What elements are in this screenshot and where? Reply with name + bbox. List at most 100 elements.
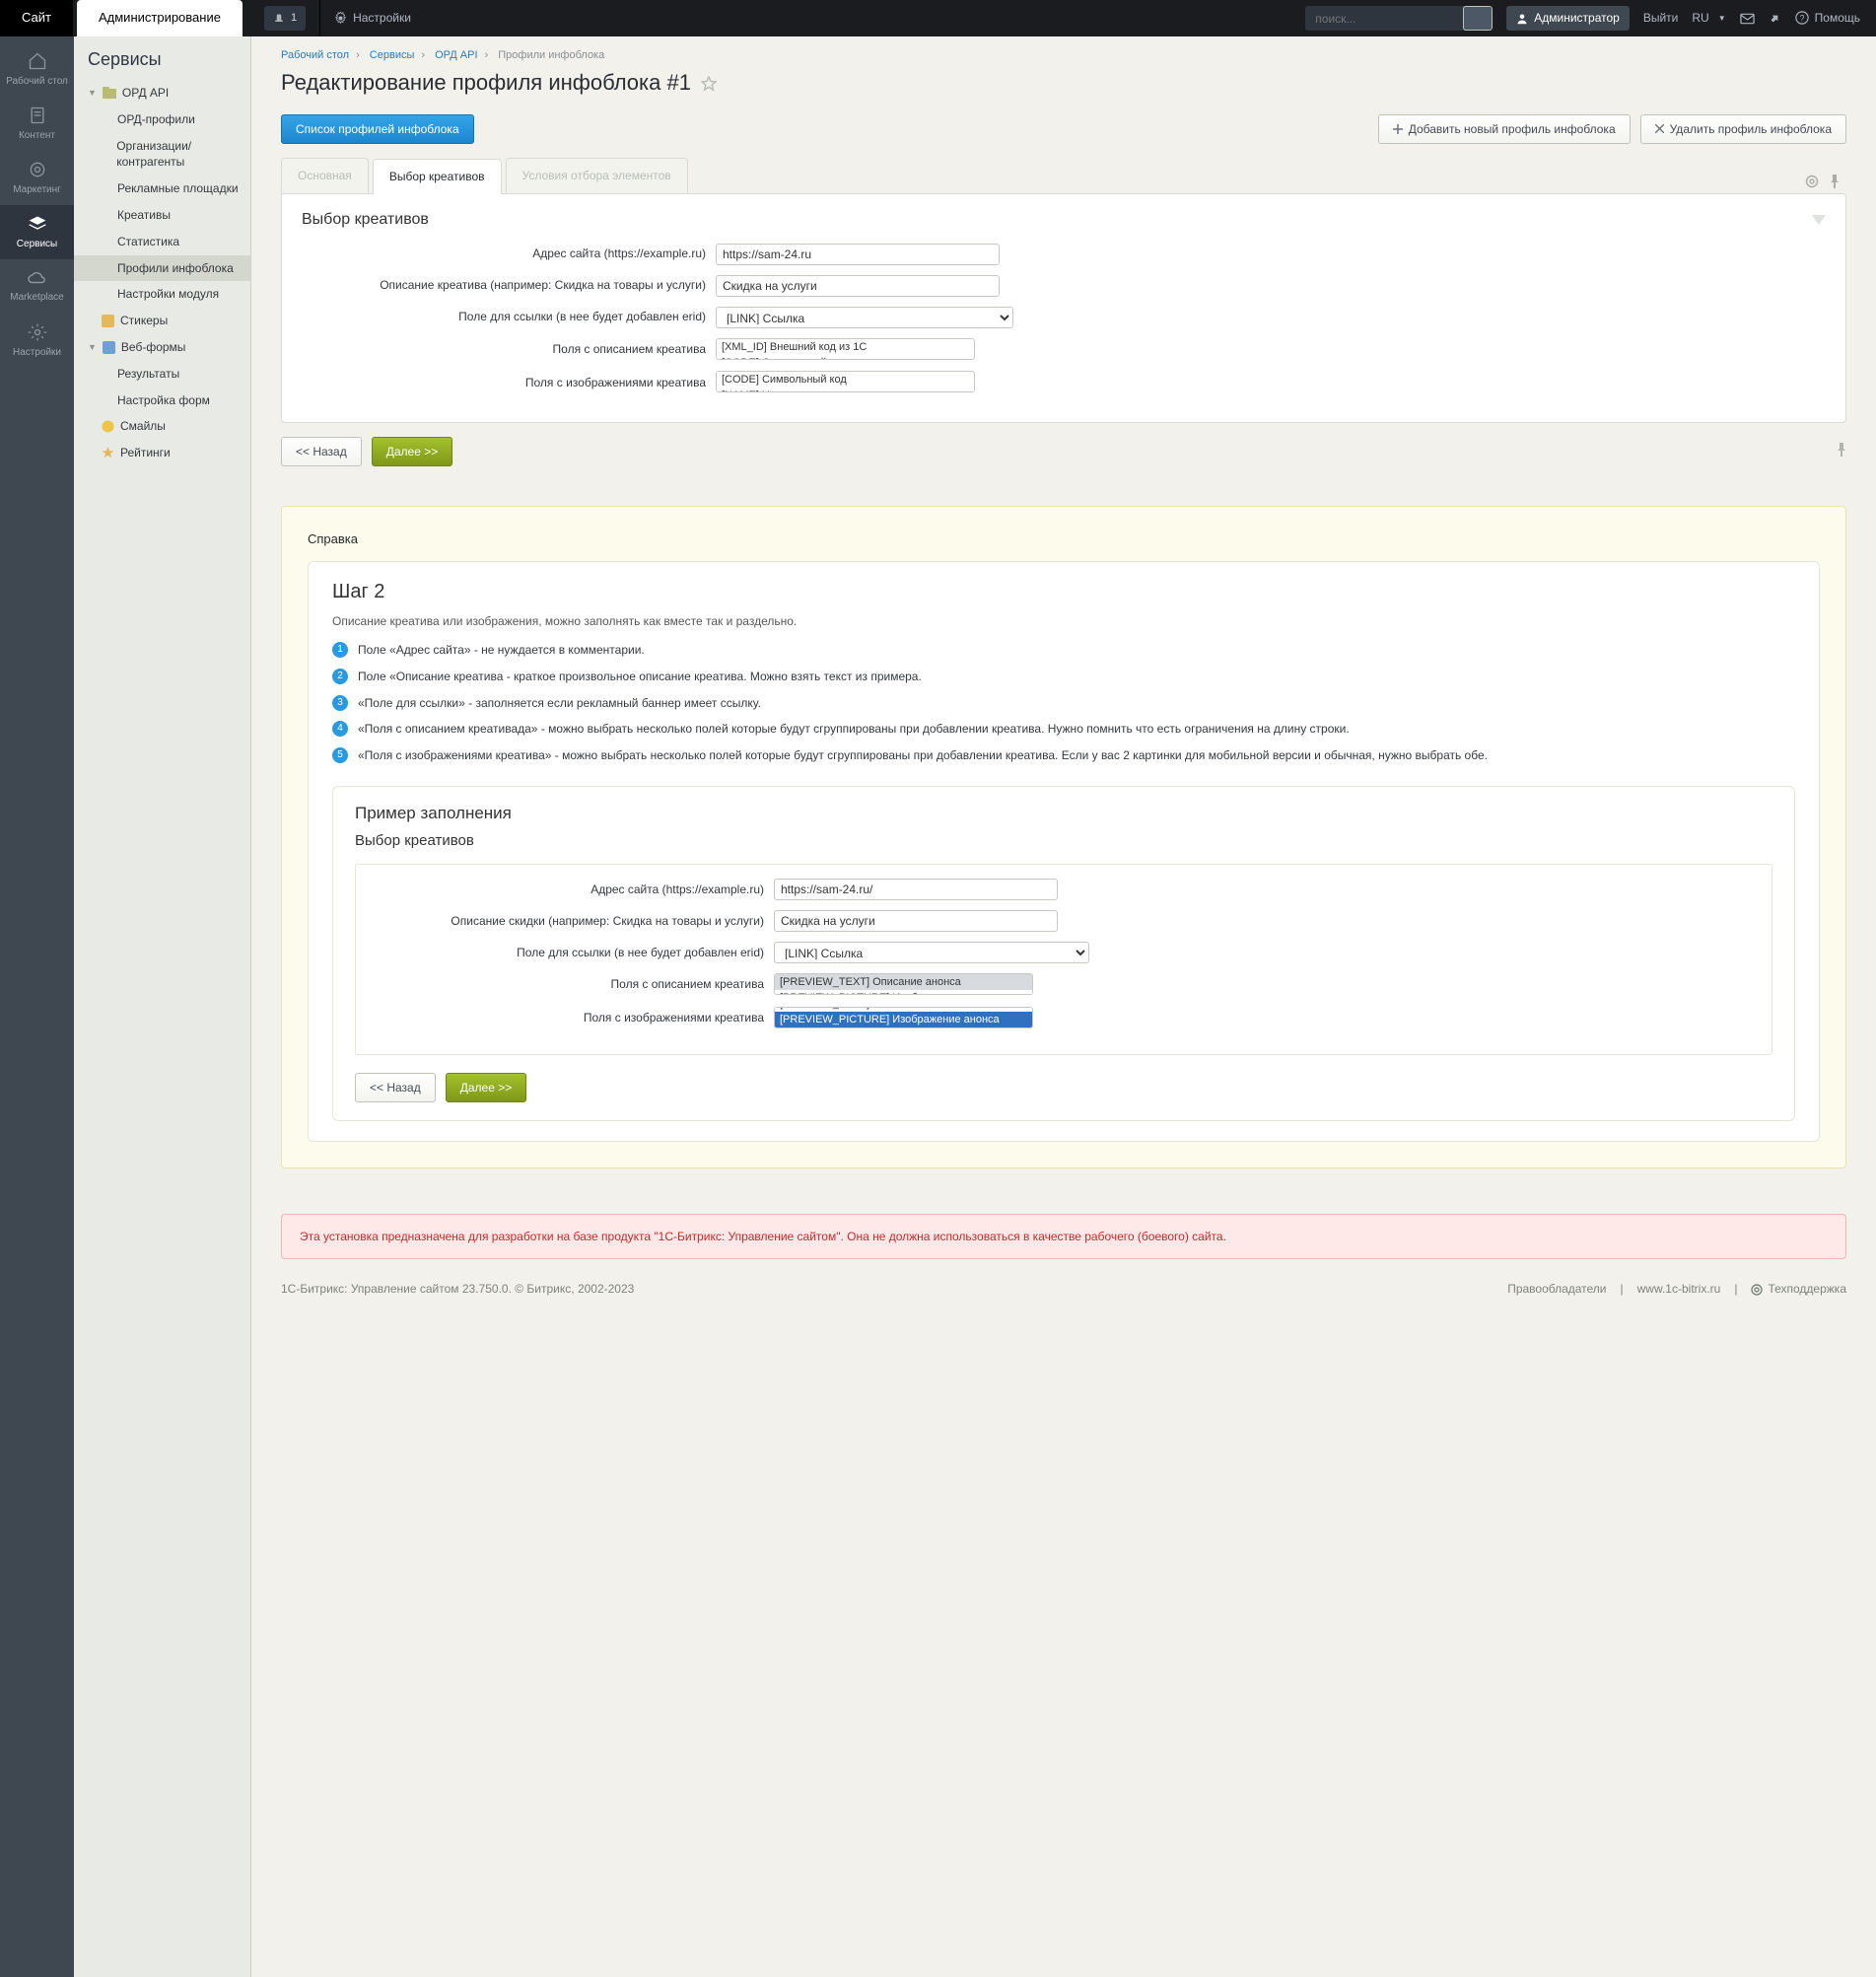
home-icon [27, 51, 48, 71]
rail-label: Настройки [13, 346, 61, 360]
ex-site-url-input[interactable] [774, 879, 1058, 900]
profile-list-button[interactable]: Список профилей инфоблока [281, 114, 474, 144]
footer-owners-link[interactable]: Правообладатели [1507, 1281, 1606, 1298]
rail-marketplace[interactable]: Marketplace [0, 259, 74, 314]
rail-label: Сервисы [17, 238, 57, 251]
rail-content[interactable]: Контент [0, 97, 74, 151]
gear-icon [28, 322, 47, 342]
tree-ord-profiles[interactable]: ОРД-профили [74, 106, 250, 133]
plus-icon [1393, 124, 1403, 134]
img-fields-label: Поля с изображениями креатива [302, 375, 706, 391]
help-icon: ? [1795, 11, 1809, 25]
star-icon[interactable] [701, 76, 717, 92]
panel-heading: Выбор креативов [302, 212, 429, 228]
crumb-link[interactable]: Рабочий стол [281, 49, 349, 61]
next-button[interactable]: Далее >> [372, 437, 453, 466]
tree-smiles[interactable]: Смайлы [74, 413, 250, 440]
top-search-button[interactable] [1463, 6, 1493, 31]
bullet-num: 2 [332, 669, 348, 684]
crumb-current: Профили инфоблока [498, 49, 604, 61]
desc-input[interactable] [716, 275, 1000, 297]
tree-iblock-profiles[interactable]: Профили инфоблока [74, 255, 250, 282]
ex-next-button[interactable]: Далее >> [446, 1073, 527, 1102]
tab-creatives[interactable]: Выбор креативов [373, 159, 502, 194]
main: Рабочий стол› Сервисы› ОРД API› Профили … [251, 36, 1876, 1977]
top-bar: Сайт Администрирование 1 Настройки Админ… [0, 0, 1876, 36]
tree-creatives[interactable]: Креативы [74, 202, 250, 229]
user-icon [1516, 13, 1528, 25]
rail-settings[interactable]: Настройки [0, 314, 74, 368]
mail-icon[interactable] [1740, 13, 1755, 25]
desc-fields-select[interactable]: [XML_ID] Внешний код из 1С [CODE] Символ… [716, 338, 975, 360]
top-search-input[interactable] [1305, 6, 1463, 31]
tree-ord-api[interactable]: ▼ОРД API [74, 80, 250, 106]
prev-button[interactable]: << Назад [281, 437, 362, 466]
rail-label: Marketplace [10, 291, 63, 305]
tree-orgs[interactable]: Организации/контрагенты [74, 133, 250, 177]
tree-stickers[interactable]: Стикеры [74, 308, 250, 334]
link-label: Поле для ссылки (в нее будет добавлен er… [302, 309, 706, 325]
desc-label: Описание креатива (например: Скидка на т… [302, 277, 706, 294]
tree-stats[interactable]: Статистика [74, 229, 250, 255]
tab-main[interactable]: Основная [281, 158, 369, 193]
help-step: Шаг 2 [332, 582, 1795, 601]
tree-results[interactable]: Результаты [74, 361, 250, 388]
ex-site-url-label: Адрес сайта (https://example.ru) [372, 882, 764, 898]
tab-admin[interactable]: Администрирование [77, 0, 243, 36]
help-bullet: Поле «Адрес сайта» - не нуждается в комм… [358, 642, 645, 659]
ex-desc-fields-select[interactable]: [PREVIEW_TEXT] Описание анонса [PREVIEW_… [774, 973, 1033, 995]
help-box: Справка Шаг 2 Описание креатива или изоб… [281, 506, 1846, 1167]
add-profile-button[interactable]: Добавить новый профиль инфоблока [1378, 114, 1631, 144]
tree-module-settings[interactable]: Настройки модуля [74, 281, 250, 308]
desc-fields-label: Поля с описанием креатива [302, 341, 706, 358]
folder-icon [103, 87, 116, 99]
cloud-icon [27, 269, 48, 287]
bell-icon [273, 13, 285, 25]
tab-site[interactable]: Сайт [0, 0, 73, 36]
chevron-down-icon[interactable] [1812, 215, 1826, 225]
rail-desktop[interactable]: Рабочий стол [0, 42, 74, 97]
tree-ratings[interactable]: Рейтинги [74, 440, 250, 466]
ex-img-fields-select[interactable]: [NAME] Название элемента [PREVIEW_TEXT] … [774, 1007, 1033, 1028]
star-icon [102, 447, 114, 459]
help-intro: Описание креатива или изображения, можно… [332, 613, 1795, 630]
delete-profile-button[interactable]: Удалить профиль инфоблока [1640, 114, 1846, 144]
tab-conditions[interactable]: Условия отбора элементов [506, 158, 688, 193]
rail-label: Маркетинг [13, 183, 61, 197]
smile-icon [102, 420, 114, 433]
tab-gear-icon[interactable] [1805, 175, 1819, 193]
tree-platforms[interactable]: Рекламные площадки [74, 176, 250, 202]
logout-link[interactable]: Выйти [1643, 10, 1679, 27]
help-example-panel: Пример заполнения Выбор креативов Адрес … [332, 786, 1795, 1121]
form-icon [103, 341, 115, 354]
lang-select[interactable]: RU▼ [1692, 10, 1725, 27]
help-bullet: «Поля с изображениями креатива» - можно … [358, 747, 1488, 764]
crumb-link[interactable]: Сервисы [370, 49, 415, 61]
tree-webforms[interactable]: ▼Веб-формы [74, 334, 250, 361]
help-title: Справка [308, 532, 1820, 545]
link-select[interactable]: [LINK] Ссылка [716, 307, 1013, 328]
ex-prev-button[interactable]: << Назад [355, 1073, 436, 1102]
user-chip[interactable]: Администратор [1506, 6, 1630, 31]
ex-desc-fields-label: Поля с описанием креатива [372, 976, 764, 993]
warning-banner: Эта установка предназначена для разработ… [281, 1214, 1846, 1260]
nav-pin-icon[interactable] [1837, 443, 1846, 461]
ex-link-select[interactable]: [LINK] Ссылка [774, 942, 1089, 963]
rail-services[interactable]: Сервисы [0, 205, 74, 259]
rail-marketing[interactable]: Маркетинг [0, 151, 74, 205]
top-settings-link[interactable]: Настройки [334, 10, 411, 27]
img-fields-select[interactable]: [CODE] Символьный код [NAME] Название эл… [716, 371, 975, 392]
help-bullet: «Поле для ссылки» - заполняется если рек… [358, 695, 761, 712]
crumb-link[interactable]: ОРД API [435, 49, 477, 61]
tree-form-settings[interactable]: Настройка форм [74, 388, 250, 414]
footer-support-link[interactable]: Техподдержка [1751, 1281, 1846, 1298]
help-link[interactable]: ? Помощь [1795, 10, 1860, 27]
site-url-input[interactable] [716, 244, 1000, 265]
pin-icon[interactable] [1769, 12, 1781, 25]
tab-pin-icon[interactable] [1829, 175, 1841, 193]
footer-site-link[interactable]: www.1c-bitrix.ru [1637, 1281, 1721, 1298]
ex-desc-input[interactable] [774, 910, 1058, 932]
svg-text:?: ? [1799, 14, 1804, 24]
example-heading: Выбор креативов [355, 833, 1772, 848]
notification-badge[interactable]: 1 [264, 6, 306, 31]
